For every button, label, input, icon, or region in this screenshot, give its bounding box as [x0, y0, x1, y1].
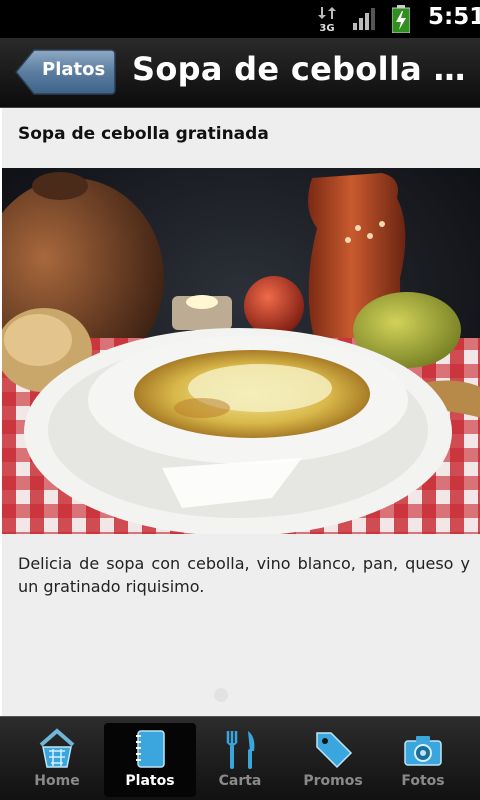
- bottom-tab-bar: Home Platos Carta Promos Fotos: [0, 716, 480, 800]
- page-indicator-dot: [214, 688, 228, 702]
- home-basket-icon: [39, 728, 75, 768]
- soup-photo: [2, 168, 480, 534]
- back-button-label: Platos: [42, 59, 106, 80]
- action-bar: Platos Sopa de cebolla gratinada: [0, 38, 480, 108]
- signal-icon: [353, 8, 375, 30]
- tab-carta-label: Carta: [218, 773, 262, 789]
- fork-knife-icon: [226, 731, 255, 769]
- dish-description: Delicia de sopa con cebolla, vino blanco…: [18, 554, 470, 596]
- price-tag-icon: [316, 732, 353, 769]
- tab-home[interactable]: Home: [11, 723, 103, 797]
- status-bar: 3G 5:51: [0, 0, 480, 38]
- tab-home-label: Home: [34, 773, 80, 789]
- dish-name: Sopa de cebolla gratinada: [18, 124, 269, 144]
- tab-platos-label: Platos: [125, 773, 175, 789]
- page-title: Sopa de cebolla gratinada: [132, 50, 472, 88]
- notebook-icon: [136, 730, 165, 768]
- dish-detail: Sopa de cebolla gratinada Delicia de sop…: [0, 108, 480, 716]
- 3g-data-icon: 3G: [318, 7, 336, 32]
- tab-carta[interactable]: Carta: [194, 723, 286, 797]
- network-type: 3G: [319, 23, 334, 32]
- tab-platos[interactable]: Platos: [104, 723, 196, 797]
- status-time: 5:51: [428, 4, 480, 30]
- battery-charging-icon: [392, 5, 410, 33]
- tab-promos-label: Promos: [303, 773, 363, 789]
- dish-photo: [2, 168, 480, 534]
- tab-fotos-label: Fotos: [401, 773, 445, 789]
- tab-fotos[interactable]: Fotos: [377, 723, 469, 797]
- back-button[interactable]: Platos: [14, 48, 117, 96]
- tab-promos[interactable]: Promos: [287, 723, 379, 797]
- camera-icon: [404, 736, 442, 766]
